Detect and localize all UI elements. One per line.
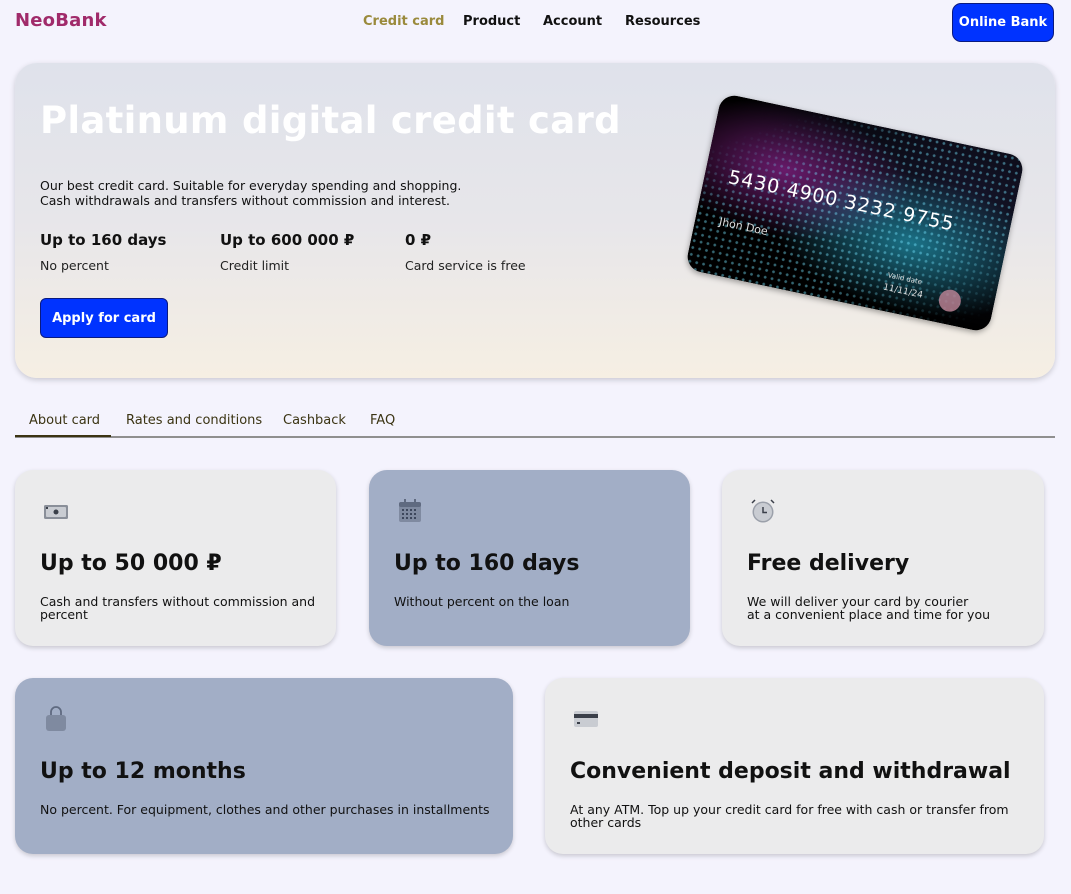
nav-item-resources[interactable]: Resources xyxy=(625,14,700,29)
hero-banner: Platinum digital credit card Our best cr… xyxy=(15,63,1055,378)
stat-value: Up to 160 days xyxy=(40,231,167,249)
feature-description: Without percent on the loan xyxy=(394,594,570,609)
stat-label: Card service is free xyxy=(405,258,526,273)
tab-rates-and-conditions[interactable]: Rates and conditions xyxy=(126,413,262,428)
stat-label: Credit limit xyxy=(220,258,290,273)
stat-value: Up to 600 000 ₽ xyxy=(220,231,355,249)
feature-description: We will deliver your card by courier at … xyxy=(747,595,1037,621)
credit-card: 5430 4900 3232 9755 Jhon Doe Valid date … xyxy=(684,92,1026,334)
stat-credit-limit: Up to 600 000 ₽ Credit limit xyxy=(220,231,354,273)
feature-description: Cash and transfers without commission an… xyxy=(40,594,316,622)
feature-description-line: at a convenient place and time for you xyxy=(747,607,991,622)
tab-about-card[interactable]: About card xyxy=(29,413,100,428)
shopping-bag-icon xyxy=(46,706,66,731)
main-nav: Credit card Product Account Resources xyxy=(0,14,1071,32)
cash-icon xyxy=(44,505,68,519)
hero-description-line: Our best credit card. Suitable for every… xyxy=(40,178,462,193)
nav-item-account[interactable]: Account xyxy=(543,14,602,29)
stat-value: 0 ₽ xyxy=(405,231,432,249)
hero-description-line: Cash withdrawals and transfers without c… xyxy=(40,193,451,208)
stat-card-service: 0 ₽ Card service is free xyxy=(405,231,526,273)
feature-card-delivery: Free delivery We will deliver your card … xyxy=(722,470,1044,646)
hero-description: Our best credit card. Suitable for every… xyxy=(40,178,461,208)
feature-card-deposit: Convenient deposit and withdrawal At any… xyxy=(545,678,1044,854)
apply-for-card-button[interactable]: Apply for card xyxy=(40,298,168,338)
nav-item-credit-card[interactable]: Credit card xyxy=(363,14,444,29)
feature-title: Up to 50 000 ₽ xyxy=(40,551,222,576)
feature-card-cash: Up to 50 000 ₽ Cash and transfers withou… xyxy=(15,470,336,646)
stat-label: No percent xyxy=(40,258,109,273)
nav-item-product[interactable]: Product xyxy=(463,14,520,29)
stat-grace-period: Up to 160 days No percent xyxy=(40,231,166,273)
feature-card-grace-period: Up to 160 days Without percent on the lo… xyxy=(369,470,690,646)
header: NeoBank Credit card Product Account Reso… xyxy=(0,0,1071,44)
feature-title: Convenient deposit and withdrawal xyxy=(570,759,1011,784)
calendar-icon xyxy=(399,499,421,522)
feature-card-installments: Up to 12 months No percent. For equipmen… xyxy=(15,678,513,854)
feature-description: No percent. For equipment, clothes and o… xyxy=(40,802,490,817)
tab-cashback[interactable]: Cashback xyxy=(283,413,346,428)
credit-card-image: 5430 4900 3232 9755 Jhon Doe Valid date … xyxy=(684,92,1026,334)
tab-faq[interactable]: FAQ xyxy=(370,413,395,428)
hero-title: Platinum digital credit card xyxy=(40,99,621,142)
online-bank-button[interactable]: Online Bank xyxy=(952,3,1054,42)
feature-title: Up to 160 days xyxy=(394,551,580,576)
alarm-clock-icon xyxy=(751,499,775,523)
feature-title: Free delivery xyxy=(747,551,910,576)
tab-bar: About card Rates and conditions Cashback… xyxy=(15,406,1055,438)
feature-title: Up to 12 months xyxy=(40,759,246,784)
active-tab-indicator xyxy=(15,435,111,437)
credit-card-icon xyxy=(574,711,598,727)
feature-description: At any ATM. Top up your credit card for … xyxy=(570,802,1009,830)
